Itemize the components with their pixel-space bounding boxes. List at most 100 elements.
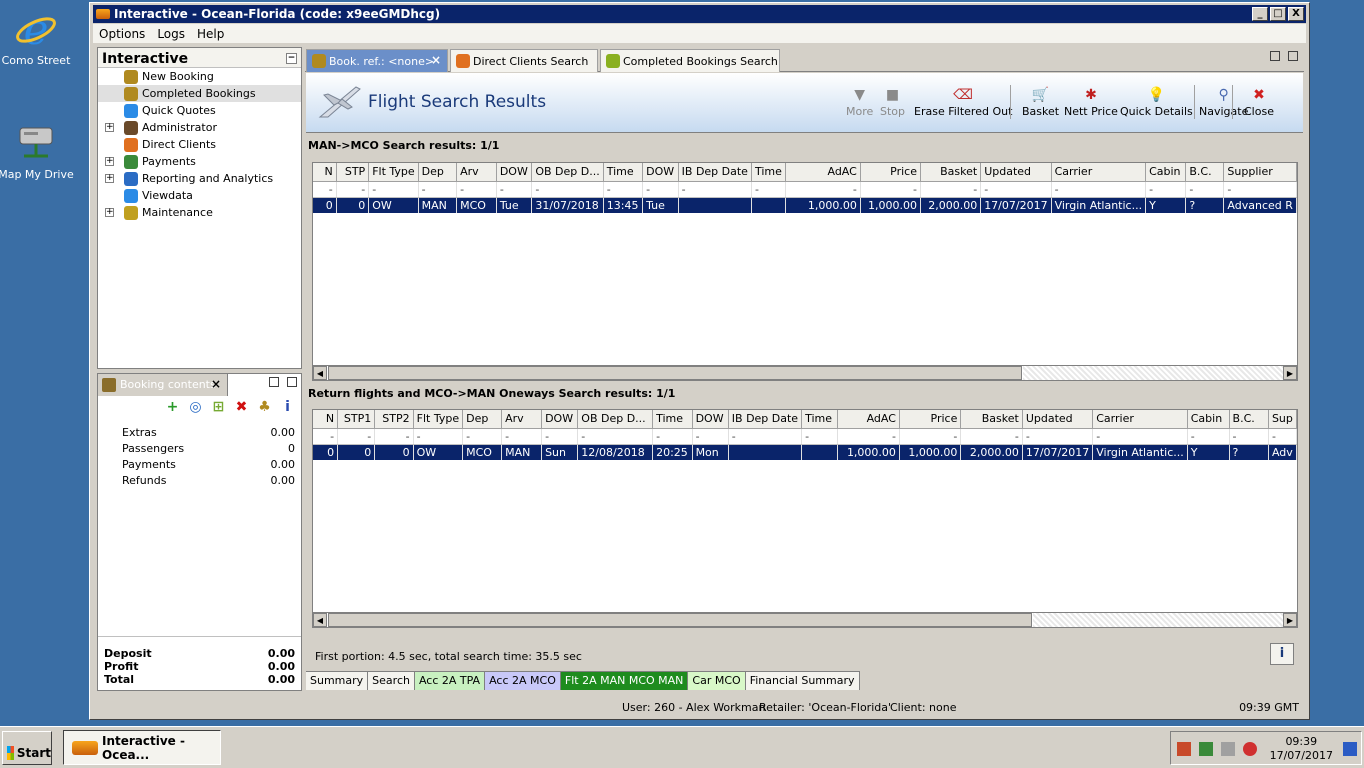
- nav-item-quick-quotes[interactable]: Quick Quotes: [98, 102, 301, 119]
- menu-logs[interactable]: Logs: [151, 27, 191, 41]
- scroll-right-icon[interactable]: ▶: [1283, 366, 1297, 380]
- scroll-track[interactable]: [1033, 613, 1283, 627]
- toolbar-close-button[interactable]: ✖ Close: [1244, 87, 1274, 118]
- toolbar-erase-filtered-out-button[interactable]: ⌫ Erase Filtered Out: [914, 87, 1012, 118]
- scroll-track[interactable]: [1023, 366, 1283, 380]
- column-header[interactable]: Basket: [920, 163, 982, 182]
- column-header[interactable]: Price: [860, 163, 922, 182]
- column-header[interactable]: Time: [652, 410, 693, 429]
- filter-cell[interactable]: -: [462, 428, 503, 445]
- collapse-icon[interactable]: −: [286, 53, 297, 64]
- tab-direct-clients-search[interactable]: Direct Clients Search: [450, 49, 598, 72]
- palm-tree-icon[interactable]: ♣: [257, 400, 272, 415]
- quote-icon[interactable]: ◎: [188, 400, 203, 415]
- filter-cell[interactable]: -: [336, 181, 370, 198]
- booking-contents-tab[interactable]: Booking contents ×: [98, 374, 228, 396]
- filter-cell[interactable]: -: [1092, 428, 1188, 445]
- filter-cell[interactable]: -: [1268, 428, 1297, 445]
- taskbar-app-button[interactable]: Interactive - Ocea...: [63, 730, 221, 765]
- tab-completed-bookings-search[interactable]: Completed Bookings Search: [600, 49, 780, 72]
- filter-cell[interactable]: -: [418, 181, 458, 198]
- filter-cell[interactable]: -: [368, 181, 419, 198]
- column-header[interactable]: Arv: [501, 410, 543, 429]
- filter-cell[interactable]: -: [1223, 181, 1297, 198]
- filter-cell[interactable]: -: [642, 181, 679, 198]
- column-header[interactable]: Carrier: [1092, 410, 1188, 429]
- delete-icon[interactable]: ✖: [234, 400, 249, 415]
- scroll-right-icon[interactable]: ▶: [1283, 613, 1297, 627]
- nav-item-new-booking[interactable]: New Booking: [98, 68, 301, 85]
- filter-cell[interactable]: -: [652, 428, 693, 445]
- info-button[interactable]: i: [1270, 643, 1294, 665]
- column-header[interactable]: Flt Type: [413, 410, 464, 429]
- filter-cell[interactable]: -: [1145, 181, 1187, 198]
- filter-cell[interactable]: -: [531, 181, 604, 198]
- device-icon[interactable]: [1221, 742, 1235, 756]
- column-header[interactable]: B.C.: [1229, 410, 1269, 429]
- column-header[interactable]: Flt Type: [368, 163, 419, 182]
- toolbar-stop-button[interactable]: ■ Stop: [880, 87, 905, 118]
- column-header[interactable]: DOW: [642, 163, 679, 182]
- info-icon[interactable]: i: [280, 400, 295, 415]
- filter-cell[interactable]: -: [837, 428, 900, 445]
- column-header[interactable]: Supplier: [1223, 163, 1297, 182]
- desktop-icon-como-street[interactable]: e Como Street: [0, 5, 76, 67]
- tab-booking-ref[interactable]: Book. ref.: <none> ×: [306, 49, 448, 72]
- bottom-tab-summary[interactable]: Summary: [306, 672, 369, 690]
- expand-icon[interactable]: +: [105, 157, 114, 166]
- column-header[interactable]: IB Dep Date: [728, 410, 803, 429]
- network-icon[interactable]: [1199, 742, 1213, 756]
- column-header[interactable]: STP1: [337, 410, 376, 429]
- column-header[interactable]: Arv: [456, 163, 497, 182]
- toolbar-quick-details-button[interactable]: 💡 Quick Details: [1120, 87, 1193, 118]
- filter-cell[interactable]: -: [728, 428, 803, 445]
- nav-item-completed-bookings[interactable]: Completed Bookings: [98, 85, 301, 102]
- column-header[interactable]: Dep: [462, 410, 503, 429]
- table-row[interactable]: 0 0 0 OW MCO MAN Sun 12/08/2018 20:25 Mon 1,000.00…: [313, 444, 1297, 460]
- bottom-tab-financial-summary[interactable]: Financial Summary: [745, 672, 860, 690]
- column-header[interactable]: AdAC: [785, 163, 861, 182]
- column-header[interactable]: IB Dep Date: [678, 163, 752, 182]
- minimize-panel-icon[interactable]: [269, 377, 279, 387]
- tray-app-icon[interactable]: [1177, 742, 1191, 756]
- filter-cell[interactable]: -: [692, 428, 729, 445]
- menu-help[interactable]: Help: [191, 27, 230, 41]
- minimize-button[interactable]: _: [1252, 7, 1268, 21]
- close-icon[interactable]: ×: [211, 377, 221, 391]
- filter-cell[interactable]: -: [456, 181, 497, 198]
- toolbar-more-button[interactable]: ▼ More: [846, 87, 873, 118]
- filter-cell[interactable]: -: [313, 428, 339, 445]
- show-desktop-icon[interactable]: [1343, 742, 1357, 756]
- column-header[interactable]: Time: [801, 410, 839, 429]
- column-header[interactable]: Cabin: [1187, 410, 1230, 429]
- maximize-panel-icon[interactable]: [1288, 51, 1298, 61]
- column-header[interactable]: Carrier: [1051, 163, 1147, 182]
- filter-cell[interactable]: -: [860, 181, 922, 198]
- nav-item-viewdata[interactable]: Viewdata: [98, 187, 301, 204]
- volume-muted-icon[interactable]: [1243, 742, 1257, 756]
- column-header[interactable]: Updated: [1022, 410, 1094, 429]
- filter-cell[interactable]: -: [751, 181, 786, 198]
- column-header[interactable]: OB Dep D...: [577, 410, 654, 429]
- filter-cell[interactable]: -: [337, 428, 376, 445]
- clock[interactable]: 09:39 17/07/2017: [1270, 735, 1333, 763]
- bottom-tab-search[interactable]: Search: [368, 672, 415, 690]
- filter-cell[interactable]: -: [413, 428, 464, 445]
- bottom-tab-acc-2a-mco[interactable]: Acc 2A MCO: [485, 672, 561, 690]
- toolbar-basket-button[interactable]: 🛒 Basket: [1022, 87, 1059, 118]
- filter-cell[interactable]: -: [1051, 181, 1147, 198]
- scroll-left-icon[interactable]: ◀: [313, 366, 327, 380]
- column-header[interactable]: Sup: [1268, 410, 1297, 429]
- menu-options[interactable]: Options: [93, 27, 151, 41]
- filter-cell[interactable]: -: [899, 428, 962, 445]
- expand-icon[interactable]: +: [105, 123, 114, 132]
- filter-cell[interactable]: -: [960, 428, 1023, 445]
- bottom-tab-acc-2a-tpa[interactable]: Acc 2A TPA: [414, 672, 486, 690]
- column-header[interactable]: AdAC: [837, 410, 900, 429]
- column-header[interactable]: Time: [603, 163, 644, 182]
- minimize-panel-icon[interactable]: [1270, 51, 1280, 61]
- nav-item-direct-clients[interactable]: Direct Clients: [98, 136, 301, 153]
- column-header[interactable]: Updated: [980, 163, 1052, 182]
- column-header[interactable]: N: [313, 163, 337, 182]
- expand-icon[interactable]: +: [105, 174, 114, 183]
